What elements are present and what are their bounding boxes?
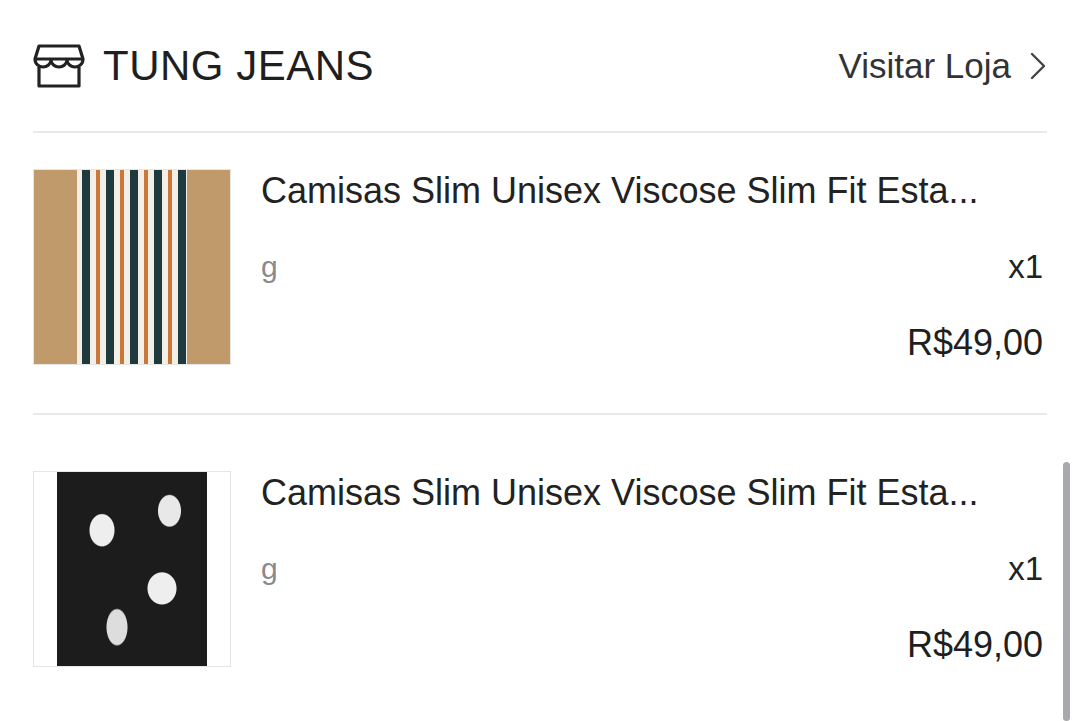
product-quantity: x1 bbox=[1008, 248, 1043, 286]
store-header: TUNG JEANS Visitar Loja bbox=[33, 0, 1047, 133]
store-name: TUNG JEANS bbox=[103, 42, 374, 90]
product-info: Camisas Slim Unisex Viscose Slim Fit Est… bbox=[261, 169, 1047, 365]
cart-item[interactable]: Camisas Slim Unisex Viscose Slim Fit Est… bbox=[33, 133, 1047, 415]
scrollbar-track bbox=[1063, 0, 1070, 721]
store-icon bbox=[33, 43, 85, 89]
visit-store-label: Visitar Loja bbox=[838, 46, 1011, 86]
variant-row: g x1 bbox=[261, 550, 1047, 588]
product-price: R$49,00 bbox=[261, 321, 1047, 365]
variant-row: g x1 bbox=[261, 248, 1047, 286]
product-price: R$49,00 bbox=[261, 623, 1047, 667]
product-title[interactable]: Camisas Slim Unisex Viscose Slim Fit Est… bbox=[261, 471, 1047, 515]
scrollbar-thumb[interactable] bbox=[1063, 462, 1070, 721]
product-photo bbox=[34, 170, 230, 364]
product-title[interactable]: Camisas Slim Unisex Viscose Slim Fit Est… bbox=[261, 169, 1047, 213]
product-image[interactable] bbox=[33, 169, 231, 365]
product-info: Camisas Slim Unisex Viscose Slim Fit Est… bbox=[261, 471, 1047, 667]
product-variant: g bbox=[261, 250, 278, 284]
cart-item[interactable]: Camisas Slim Unisex Viscose Slim Fit Est… bbox=[33, 415, 1047, 715]
product-quantity: x1 bbox=[1008, 550, 1043, 588]
product-photo bbox=[57, 472, 207, 666]
item-list: Camisas Slim Unisex Viscose Slim Fit Est… bbox=[33, 133, 1047, 715]
product-variant: g bbox=[261, 552, 278, 586]
store[interactable]: TUNG JEANS bbox=[33, 42, 374, 90]
product-image[interactable] bbox=[33, 471, 231, 667]
chevron-right-icon bbox=[1029, 51, 1047, 81]
visit-store-link[interactable]: Visitar Loja bbox=[838, 46, 1047, 86]
